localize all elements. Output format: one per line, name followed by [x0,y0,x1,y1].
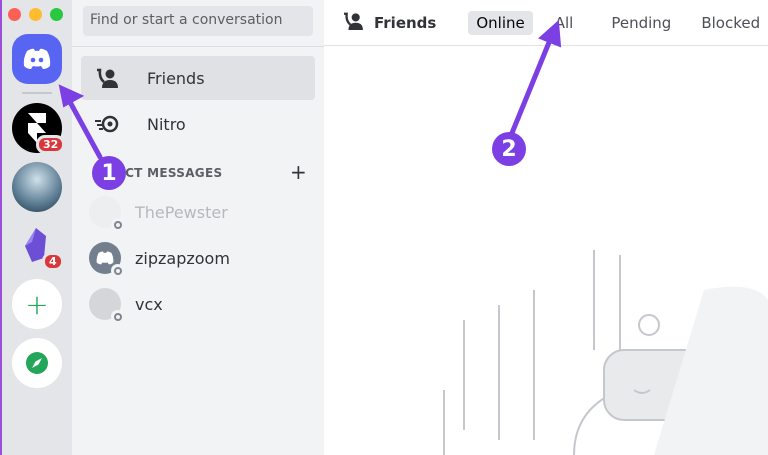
annotation-arrows [58,19,562,160]
annotation-marker: 1 [92,156,126,190]
annotation-marker: 2 [492,132,526,166]
